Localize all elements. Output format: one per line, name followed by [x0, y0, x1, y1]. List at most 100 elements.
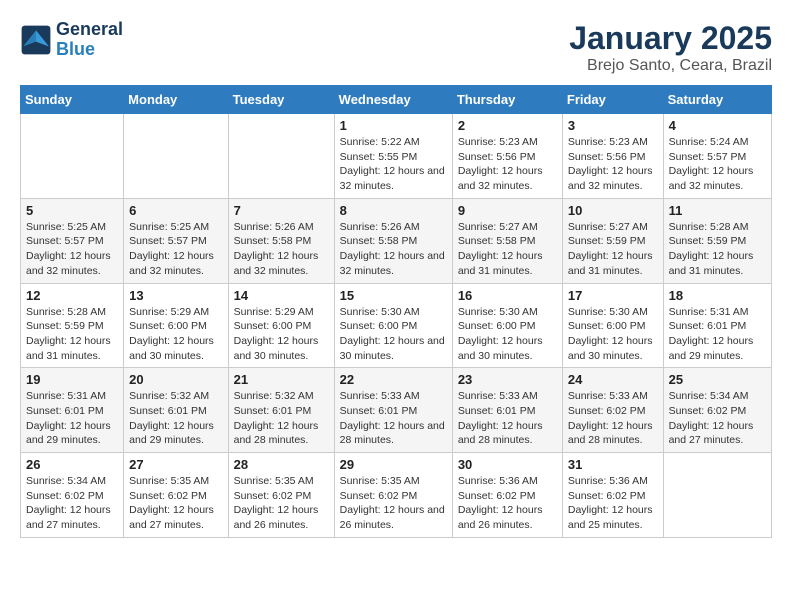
header: General Blue January 2025 Brejo Santo, C… — [20, 20, 772, 75]
day-cell: 3 Sunrise: 5:23 AMSunset: 5:56 PMDaylight… — [562, 114, 663, 199]
day-number: 9 — [458, 203, 557, 218]
day-info: Sunrise: 5:22 AMSunset: 5:55 PMDaylight:… — [340, 135, 447, 194]
day-info: Sunrise: 5:33 AMSunset: 6:01 PMDaylight:… — [458, 389, 557, 448]
day-info: Sunrise: 5:32 AMSunset: 6:01 PMDaylight:… — [129, 389, 222, 448]
day-info: Sunrise: 5:36 AMSunset: 6:02 PMDaylight:… — [458, 474, 557, 533]
day-info: Sunrise: 5:32 AMSunset: 6:01 PMDaylight:… — [234, 389, 329, 448]
day-cell: 12Sunrise: 5:28 AMSunset: 5:59 PMDayligh… — [21, 283, 124, 368]
title-area: January 2025 Brejo Santo, Ceara, Brazil — [569, 20, 772, 75]
day-info: Sunrise: 5:35 AMSunset: 6:02 PMDaylight:… — [234, 474, 329, 533]
day-cell: 30Sunrise: 5:36 AMSunset: 6:02 PMDayligh… — [452, 453, 562, 538]
day-cell: 27Sunrise: 5:35 AMSunset: 6:02 PMDayligh… — [124, 453, 228, 538]
day-number: 4 — [669, 118, 766, 133]
day-info: Sunrise: 5:23 AMSunset: 5:56 PMDaylight:… — [458, 135, 557, 194]
day-number: 17 — [568, 288, 658, 303]
day-info: Sunrise: 5:28 AMSunset: 5:59 PMDaylight:… — [26, 305, 118, 364]
day-info: Sunrise: 5:31 AMSunset: 6:01 PMDaylight:… — [26, 389, 118, 448]
day-info: Sunrise: 5:29 AMSunset: 6:00 PMDaylight:… — [129, 305, 222, 364]
header-cell-thursday: Thursday — [452, 86, 562, 114]
day-cell: 17 Sunrise: 5:30 AMSunset: 6:00 PMDayligh… — [562, 283, 663, 368]
day-info: Sunrise: 5:35 AMSunset: 6:02 PMDaylight:… — [340, 474, 447, 533]
header-cell-saturday: Saturday — [663, 86, 771, 114]
day-cell — [663, 453, 771, 538]
calendar-body: 1 Sunrise: 5:22 AMSunset: 5:55 PMDaylight… — [21, 114, 772, 538]
day-number: 15 — [340, 288, 447, 303]
logo-text: General Blue — [56, 20, 123, 60]
day-cell: 7Sunrise: 5:26 AMSunset: 5:58 PMDaylight… — [228, 198, 334, 283]
calendar-title: January 2025 — [569, 20, 772, 57]
header-cell-tuesday: Tuesday — [228, 86, 334, 114]
day-cell: 1 Sunrise: 5:22 AMSunset: 5:55 PMDaylight… — [334, 114, 452, 199]
day-number: 3 — [568, 118, 658, 133]
day-number: 24 — [568, 372, 658, 387]
logo-icon — [20, 24, 52, 56]
day-cell — [124, 114, 228, 199]
day-cell: 5 Sunrise: 5:25 AMSunset: 5:57 PMDaylight… — [21, 198, 124, 283]
day-number: 20 — [129, 372, 222, 387]
header-row: SundayMondayTuesdayWednesdayThursdayFrid… — [21, 86, 772, 114]
header-cell-friday: Friday — [562, 86, 663, 114]
day-info: Sunrise: 5:25 AMSunset: 5:57 PMDaylight:… — [26, 220, 118, 279]
day-number: 2 — [458, 118, 557, 133]
day-cell: 2 Sunrise: 5:23 AMSunset: 5:56 PMDaylight… — [452, 114, 562, 199]
day-cell: 14 Sunrise: 5:29 AMSunset: 6:00 PMDayligh… — [228, 283, 334, 368]
header-cell-wednesday: Wednesday — [334, 86, 452, 114]
day-number: 26 — [26, 457, 118, 472]
day-cell: 8 Sunrise: 5:26 AMSunset: 5:58 PMDaylight… — [334, 198, 452, 283]
day-cell: 31 Sunrise: 5:36 AMSunset: 6:02 PMDayligh… — [562, 453, 663, 538]
day-cell: 23Sunrise: 5:33 AMSunset: 6:01 PMDayligh… — [452, 368, 562, 453]
day-info: Sunrise: 5:26 AMSunset: 5:58 PMDaylight:… — [340, 220, 447, 279]
week-row-2: 5 Sunrise: 5:25 AMSunset: 5:57 PMDaylight… — [21, 198, 772, 283]
week-row-1: 1 Sunrise: 5:22 AMSunset: 5:55 PMDaylight… — [21, 114, 772, 199]
day-info: Sunrise: 5:24 AMSunset: 5:57 PMDaylight:… — [669, 135, 766, 194]
day-number: 5 — [26, 203, 118, 218]
day-cell: 26 Sunrise: 5:34 AMSunset: 6:02 PMDayligh… — [21, 453, 124, 538]
day-info: Sunrise: 5:30 AMSunset: 6:00 PMDaylight:… — [568, 305, 658, 364]
day-number: 7 — [234, 203, 329, 218]
day-number: 28 — [234, 457, 329, 472]
day-cell: 19Sunrise: 5:31 AMSunset: 6:01 PMDayligh… — [21, 368, 124, 453]
day-number: 25 — [669, 372, 766, 387]
day-number: 16 — [458, 288, 557, 303]
day-info: Sunrise: 5:36 AMSunset: 6:02 PMDaylight:… — [568, 474, 658, 533]
day-number: 14 — [234, 288, 329, 303]
day-number: 8 — [340, 203, 447, 218]
day-number: 27 — [129, 457, 222, 472]
day-cell: 28 Sunrise: 5:35 AMSunset: 6:02 PMDayligh… — [228, 453, 334, 538]
day-cell — [21, 114, 124, 199]
week-row-4: 19Sunrise: 5:31 AMSunset: 6:01 PMDayligh… — [21, 368, 772, 453]
day-cell: 29Sunrise: 5:35 AMSunset: 6:02 PMDayligh… — [334, 453, 452, 538]
day-info: Sunrise: 5:34 AMSunset: 6:02 PMDaylight:… — [669, 389, 766, 448]
day-info: Sunrise: 5:33 AMSunset: 6:01 PMDaylight:… — [340, 389, 447, 448]
day-cell: 25 Sunrise: 5:34 AMSunset: 6:02 PMDayligh… — [663, 368, 771, 453]
day-cell: 24 Sunrise: 5:33 AMSunset: 6:02 PMDayligh… — [562, 368, 663, 453]
day-info: Sunrise: 5:27 AMSunset: 5:59 PMDaylight:… — [568, 220, 658, 279]
day-number: 31 — [568, 457, 658, 472]
day-cell: 15 Sunrise: 5:30 AMSunset: 6:00 PMDayligh… — [334, 283, 452, 368]
day-number: 1 — [340, 118, 447, 133]
day-cell: 22 Sunrise: 5:33 AMSunset: 6:01 PMDayligh… — [334, 368, 452, 453]
day-number: 21 — [234, 372, 329, 387]
day-info: Sunrise: 5:33 AMSunset: 6:02 PMDaylight:… — [568, 389, 658, 448]
day-cell: 16 Sunrise: 5:30 AMSunset: 6:00 PMDayligh… — [452, 283, 562, 368]
day-info: Sunrise: 5:25 AMSunset: 5:57 PMDaylight:… — [129, 220, 222, 279]
day-info: Sunrise: 5:34 AMSunset: 6:02 PMDaylight:… — [26, 474, 118, 533]
day-number: 22 — [340, 372, 447, 387]
week-row-3: 12Sunrise: 5:28 AMSunset: 5:59 PMDayligh… — [21, 283, 772, 368]
day-cell: 21 Sunrise: 5:32 AMSunset: 6:01 PMDayligh… — [228, 368, 334, 453]
day-cell: 20 Sunrise: 5:32 AMSunset: 6:01 PMDayligh… — [124, 368, 228, 453]
day-info: Sunrise: 5:30 AMSunset: 6:00 PMDaylight:… — [340, 305, 447, 364]
day-number: 18 — [669, 288, 766, 303]
day-info: Sunrise: 5:29 AMSunset: 6:00 PMDaylight:… — [234, 305, 329, 364]
day-info: Sunrise: 5:23 AMSunset: 5:56 PMDaylight:… — [568, 135, 658, 194]
day-number: 10 — [568, 203, 658, 218]
day-cell: 4 Sunrise: 5:24 AMSunset: 5:57 PMDaylight… — [663, 114, 771, 199]
day-cell: 9Sunrise: 5:27 AMSunset: 5:58 PMDaylight… — [452, 198, 562, 283]
day-info: Sunrise: 5:30 AMSunset: 6:00 PMDaylight:… — [458, 305, 557, 364]
day-cell: 10 Sunrise: 5:27 AMSunset: 5:59 PMDayligh… — [562, 198, 663, 283]
day-cell: 18Sunrise: 5:31 AMSunset: 6:01 PMDayligh… — [663, 283, 771, 368]
logo: General Blue — [20, 20, 123, 60]
day-number: 11 — [669, 203, 766, 218]
day-cell: 6Sunrise: 5:25 AMSunset: 5:57 PMDaylight… — [124, 198, 228, 283]
calendar-subtitle: Brejo Santo, Ceara, Brazil — [569, 57, 772, 75]
